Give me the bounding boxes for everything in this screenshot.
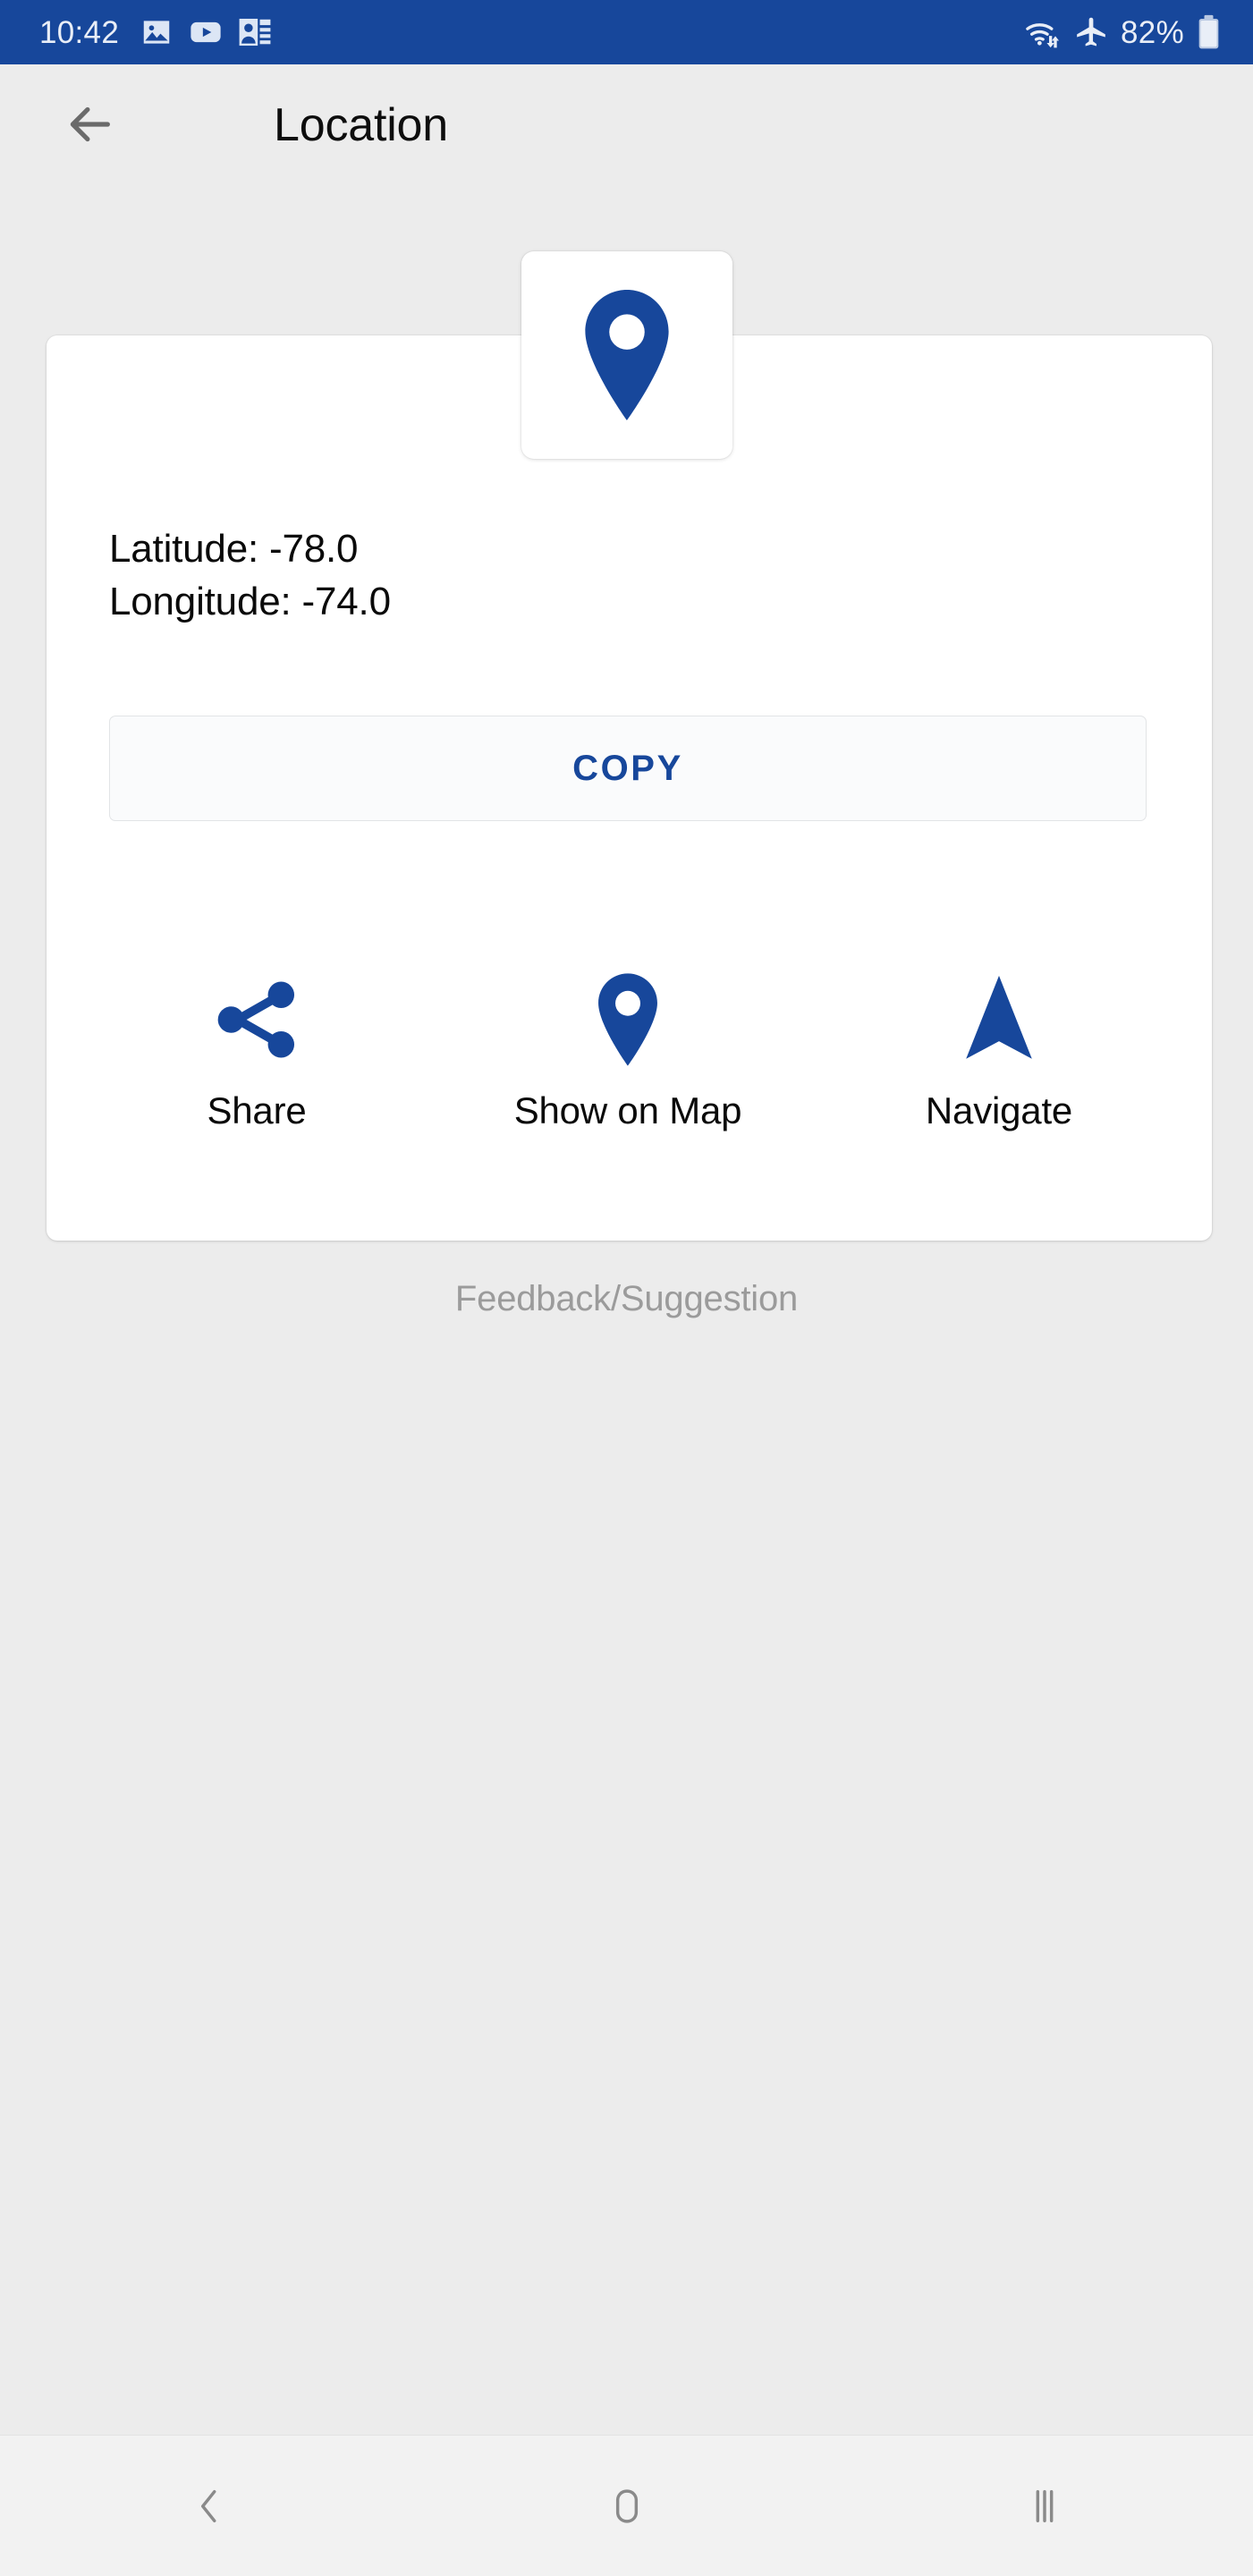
battery-icon (1198, 14, 1219, 49)
share-action-button[interactable]: Share (109, 957, 404, 1132)
action-row: Share Show on Map Navigate (109, 957, 1147, 1163)
nav-recents-icon (1036, 2489, 1053, 2522)
airplane-mode-icon (1077, 17, 1105, 47)
app-bar: Location (0, 64, 1253, 181)
image-icon (143, 21, 170, 44)
share-action-label: Share (207, 1089, 307, 1131)
coordinates-block: Latitude: -78.0 Longitude: -74.0 (109, 522, 391, 628)
status-bar-left: 10:42 (39, 15, 272, 49)
share-icon-wrap (210, 957, 303, 1082)
copy-button[interactable]: COPY (109, 716, 1147, 821)
map-pin-icon (598, 973, 657, 1066)
nav-home-icon (615, 2488, 638, 2523)
navigate-arrow-icon (966, 975, 1032, 1059)
back-button[interactable] (54, 88, 127, 161)
show-on-map-action-button[interactable]: Show on Map (480, 957, 775, 1132)
status-bar-clock: 10:42 (39, 14, 120, 50)
back-arrow-icon (70, 106, 110, 142)
navigate-action-label: Navigate (925, 1089, 1073, 1131)
latitude-text: Latitude: -78.0 (109, 527, 359, 571)
system-navigation-bar (0, 2435, 1253, 2576)
location-pin-badge (521, 251, 732, 459)
navigate-action-button[interactable]: Navigate (851, 957, 1147, 1132)
navigate-icon-wrap (958, 957, 1040, 1082)
video-play-icon (190, 21, 221, 43)
copy-button-label: COPY (572, 748, 683, 788)
wifi-icon (1026, 23, 1060, 48)
feedback-link[interactable]: Feedback/Suggestion (0, 1279, 1253, 1319)
page-title: Location (274, 99, 448, 151)
phone-screen: 10:42 82% Location Latitude: -78.0 Longi… (0, 0, 1253, 2576)
battery-percent-label: 82% (1121, 14, 1184, 50)
longitude-text: Longitude: -74.0 (109, 580, 391, 623)
share-icon (217, 981, 295, 1058)
contacts-icon (239, 18, 271, 47)
nav-back-button[interactable] (120, 2436, 299, 2576)
map-pin-icon-wrap (589, 957, 666, 1082)
show-on-map-action-label: Show on Map (513, 1089, 742, 1131)
nav-home-button[interactable] (538, 2436, 716, 2576)
nav-back-icon (200, 2489, 216, 2522)
status-bar: 10:42 82% (0, 0, 1253, 64)
status-bar-right: 82% (1024, 14, 1221, 50)
nav-recents-button[interactable] (955, 2436, 1134, 2576)
map-pin-icon (585, 290, 669, 420)
